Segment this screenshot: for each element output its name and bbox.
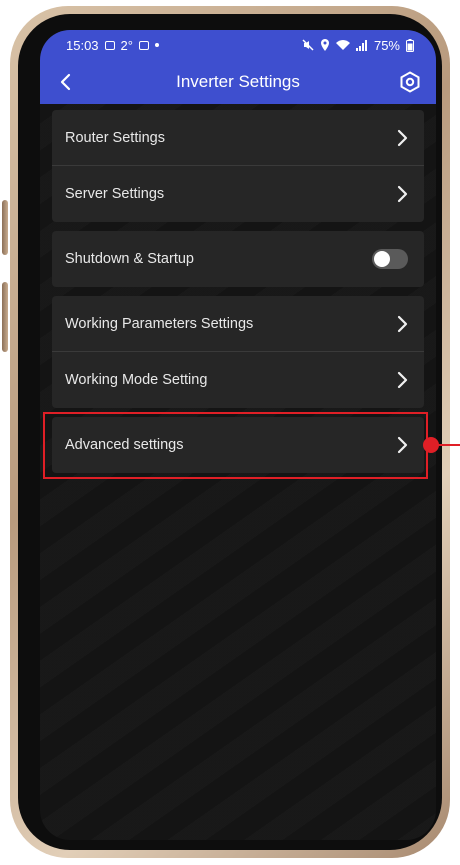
chevron-right-icon xyxy=(397,315,408,332)
app-bar: Inverter Settings xyxy=(40,60,436,104)
status-time: 15:03 xyxy=(66,37,99,53)
page-title: Inverter Settings xyxy=(176,72,300,91)
router-settings-row[interactable]: Router Settings xyxy=(52,110,424,166)
row-label: Server Settings xyxy=(65,186,165,202)
shutdown-startup-row: Shutdown & Startup xyxy=(52,231,424,287)
back-arrow-icon xyxy=(60,73,71,91)
location-icon xyxy=(320,39,329,51)
row-label: Working Parameters Settings xyxy=(65,315,254,332)
settings-group-working: Working Parameters Settings Working Mode… xyxy=(52,296,424,408)
server-settings-row[interactable]: Server Settings xyxy=(52,166,424,222)
notification-icon xyxy=(138,40,149,50)
power-button xyxy=(2,282,8,352)
mute-icon xyxy=(302,39,314,51)
battery-percentage: 75% xyxy=(373,37,400,53)
more-notifications-icon xyxy=(154,43,159,47)
gear-button[interactable] xyxy=(396,68,424,96)
toggle-knob xyxy=(374,251,390,267)
settings-group-network: Router Settings Server Settings xyxy=(52,110,424,222)
chevron-right-icon xyxy=(397,185,408,203)
back-button[interactable] xyxy=(52,68,80,96)
status-bar: 15:03 2° 75% xyxy=(40,30,436,60)
signal-icon xyxy=(355,39,367,51)
wifi-icon xyxy=(335,39,350,50)
settings-group-power: Shutdown & Startup xyxy=(52,231,424,287)
row-label: Router Settings xyxy=(65,129,165,146)
gear-settings-icon xyxy=(400,71,420,93)
shutdown-startup-toggle[interactable] xyxy=(372,249,408,269)
status-temperature: 2° xyxy=(120,37,133,53)
chevron-right-icon xyxy=(397,371,408,389)
callout-dot xyxy=(423,437,439,453)
highlight-box xyxy=(43,412,428,479)
gallery-icon xyxy=(104,40,115,50)
working-parameters-row[interactable]: Working Parameters Settings xyxy=(52,296,424,352)
row-label: Shutdown & Startup xyxy=(65,251,194,267)
volume-button xyxy=(2,200,8,255)
battery-icon xyxy=(406,38,414,52)
chevron-right-icon xyxy=(397,129,408,146)
row-label: Working Mode Setting xyxy=(65,372,208,388)
working-mode-row[interactable]: Working Mode Setting xyxy=(52,352,424,408)
